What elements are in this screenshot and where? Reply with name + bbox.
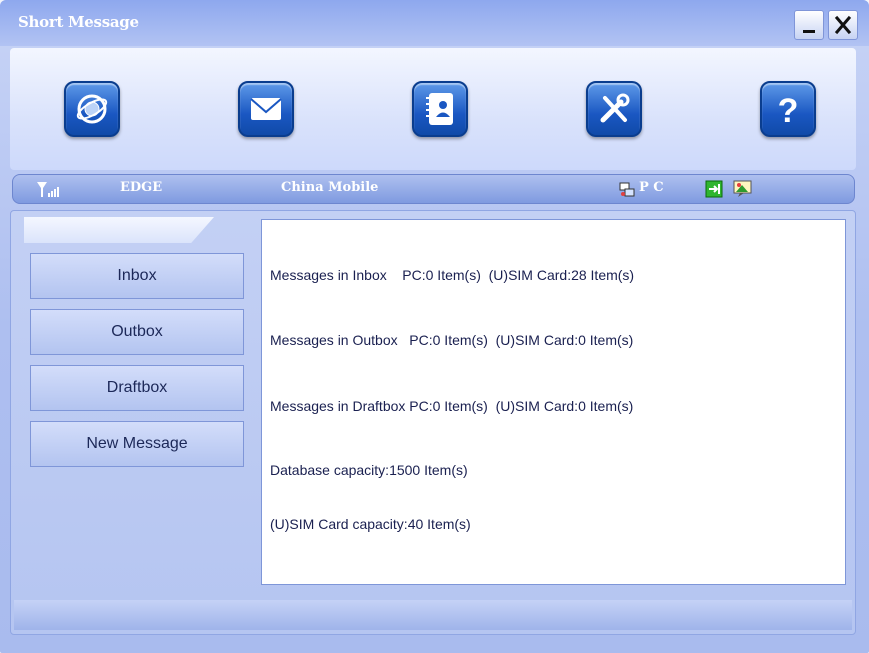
- close-icon: [834, 15, 852, 35]
- draftbox-summary: Messages in Draftbox PC:0 Item(s) (U)SIM…: [270, 398, 634, 414]
- inbox-summary: Messages in Inbox PC:0 Item(s) (U)SIM Ca…: [270, 267, 635, 283]
- draftbox-button[interactable]: Draftbox: [30, 365, 244, 411]
- contacts-book-icon: [426, 93, 453, 125]
- bottom-decoration: [14, 600, 852, 630]
- window-title: Short Message: [18, 13, 139, 31]
- network-type: EDGE: [120, 180, 163, 195]
- message-status-icon[interactable]: [733, 180, 753, 198]
- close-button[interactable]: [828, 10, 858, 40]
- contacts-button[interactable]: [412, 81, 468, 137]
- inbox-button[interactable]: Inbox: [30, 253, 244, 299]
- network-button[interactable]: [64, 81, 120, 137]
- help-icon: ?: [778, 92, 799, 130]
- storage-label: P C: [639, 180, 664, 195]
- sim-capacity: (U)SIM Card capacity:40 Item(s): [270, 516, 471, 532]
- toolbar: ?: [10, 48, 856, 170]
- envelope-icon: [250, 98, 282, 120]
- signal-strength-icon: [37, 182, 59, 197]
- pc-storage-icon: [619, 182, 635, 197]
- minimize-icon: [803, 30, 815, 33]
- help-button[interactable]: ?: [760, 81, 816, 137]
- operator-name: China Mobile: [281, 180, 379, 195]
- new-message-button[interactable]: New Message: [30, 421, 244, 467]
- import-icon[interactable]: [705, 180, 723, 198]
- svg-text:?: ?: [778, 92, 799, 130]
- short-message-window: Short Message ? EDGE China Mobile P C In…: [0, 0, 869, 653]
- database-capacity: Database capacity:1500 Item(s): [270, 462, 468, 478]
- network-globe-icon: [76, 94, 108, 124]
- status-bar: EDGE China Mobile P C: [12, 174, 855, 204]
- title-bar: Short Message: [0, 0, 869, 46]
- outbox-button[interactable]: Outbox: [30, 309, 244, 355]
- summary-panel: Messages in Inbox PC:0 Item(s) (U)SIM Ca…: [261, 219, 846, 585]
- settings-button[interactable]: [586, 81, 642, 137]
- minimize-button[interactable]: [794, 10, 824, 40]
- nav-header-tab: [24, 217, 214, 243]
- tools-icon: [600, 93, 630, 123]
- message-button[interactable]: [238, 81, 294, 137]
- outbox-summary: Messages in Outbox PC:0 Item(s) (U)SIM C…: [270, 332, 634, 348]
